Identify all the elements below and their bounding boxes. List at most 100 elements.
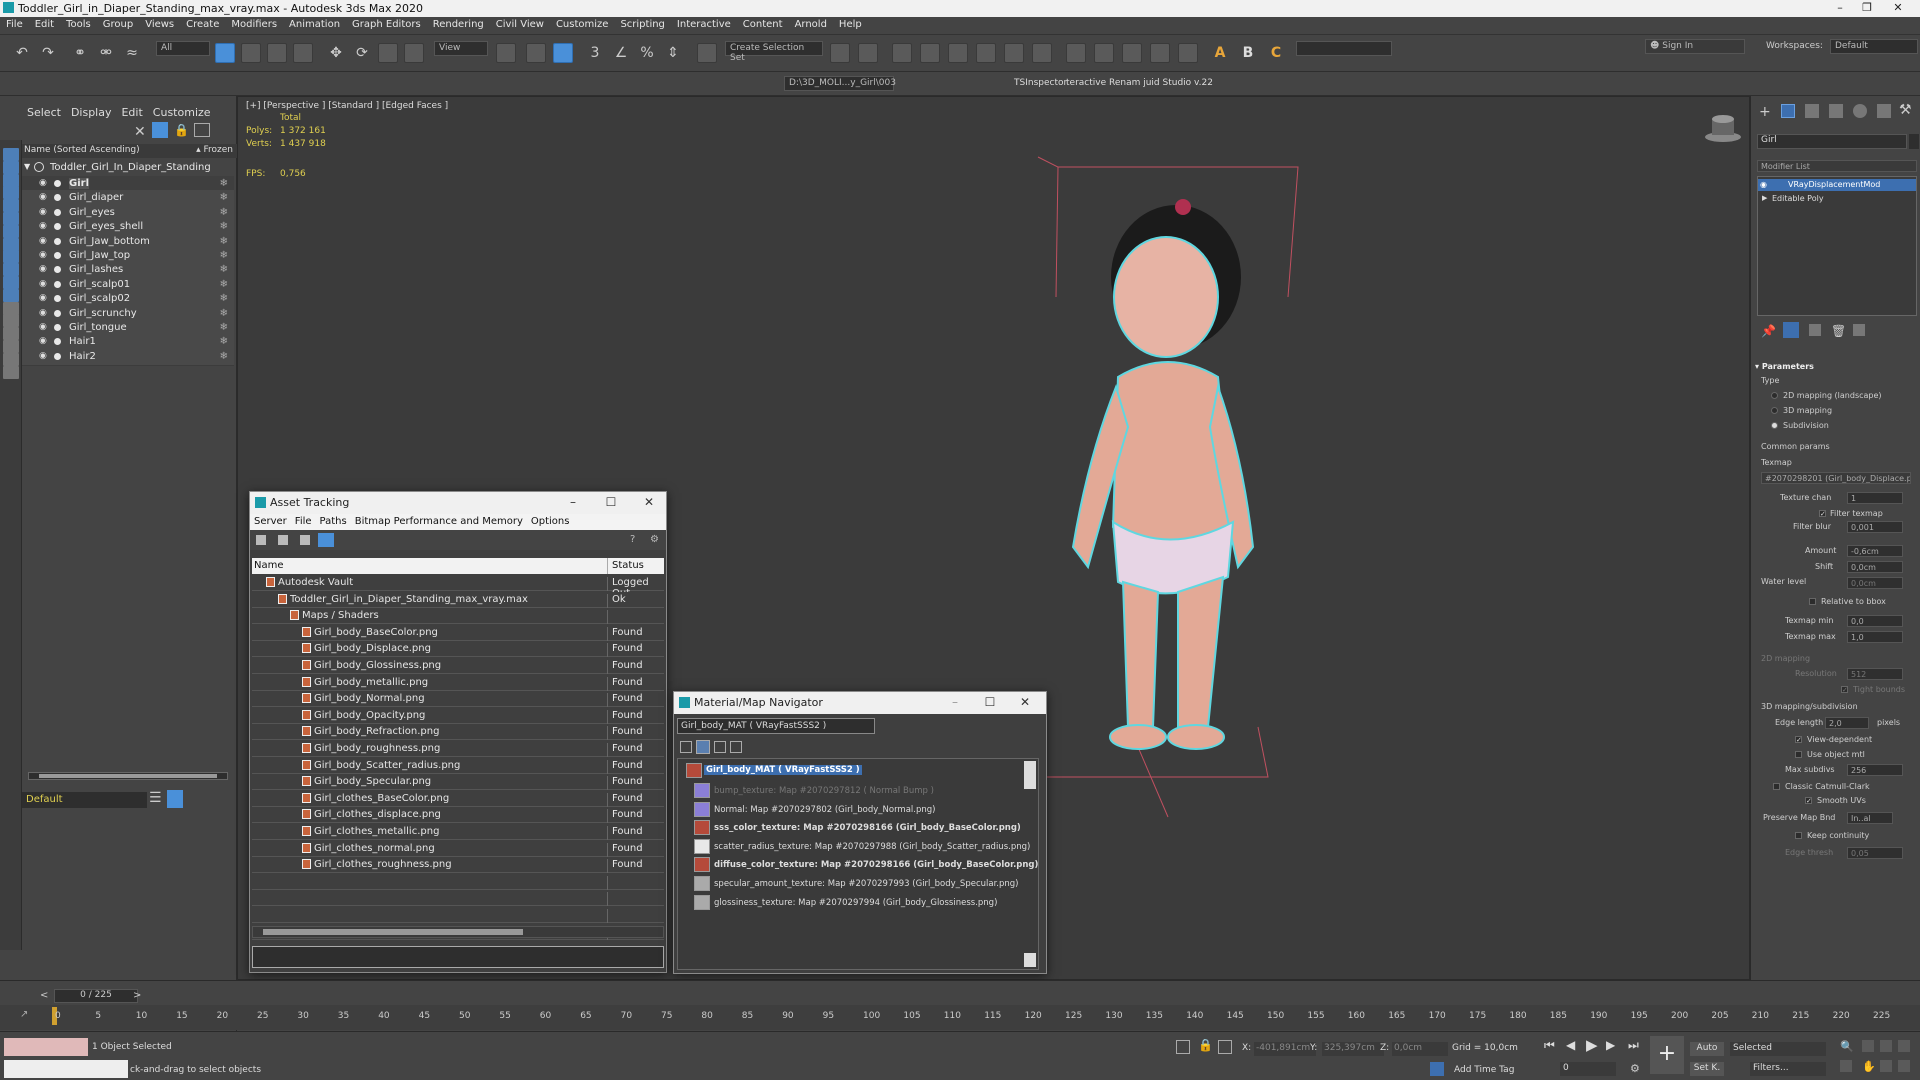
workspace-dropdown[interactable]: Default: [1830, 39, 1918, 54]
tab-select[interactable]: Select: [22, 102, 66, 123]
window-crossing-icon[interactable]: [293, 43, 313, 63]
next-frame-icon[interactable]: >: [133, 990, 141, 1001]
light-bulb-icon[interactable]: [54, 208, 61, 216]
explorer-filter-icon[interactable]: [3, 148, 19, 161]
eye-icon[interactable]: ◉: [39, 193, 49, 202]
object-name-field[interactable]: Girl: [1757, 134, 1907, 149]
tight-bounds-checkbox[interactable]: ✓: [1841, 686, 1848, 694]
asset-menu-options[interactable]: Options: [527, 514, 574, 529]
key-filter-dropdown[interactable]: Selected: [1730, 1042, 1826, 1056]
expand-icon[interactable]: ▶: [1762, 194, 1767, 202]
display-tab-icon[interactable]: [1853, 104, 1867, 118]
light-bulb-icon[interactable]: [54, 252, 61, 259]
modifier-editable-poly[interactable]: ▶ Editable Poly: [1758, 193, 1916, 205]
light-bulb-icon[interactable]: [54, 280, 61, 288]
view-list-icon[interactable]: [680, 741, 692, 753]
minimize-icon[interactable]: –: [1826, 1, 1854, 14]
texmap-button[interactable]: #2070298201 (Girl_body_Displace.p: [1761, 472, 1911, 484]
filter-texmap-checkbox[interactable]: ✓: [1819, 510, 1826, 518]
expand-icon[interactable]: ▼: [24, 162, 30, 171]
asset-row[interactable]: Girl_body_roughness.png Found: [252, 741, 664, 757]
rotate-icon[interactable]: ⟳: [352, 43, 372, 63]
menu-item-modifiers[interactable]: Modifiers: [225, 17, 283, 32]
arnold-a-icon[interactable]: A: [1210, 43, 1230, 63]
eye-icon[interactable]: ◉: [39, 351, 49, 361]
tab-edit[interactable]: Edit: [116, 102, 147, 123]
time-config-icon[interactable]: ⚙: [1630, 1062, 1640, 1075]
material-editor-icon[interactable]: [1032, 43, 1052, 63]
asset-row[interactable]: Girl_body_Refraction.png Found: [252, 724, 664, 741]
asset-row[interactable]: Girl_clothes_displace.png Found: [252, 807, 664, 824]
explorer-filter-icon[interactable]: [3, 237, 19, 251]
angle-snap-icon[interactable]: ∠: [611, 43, 631, 63]
scene-explorer-icon[interactable]: [892, 43, 912, 63]
maximize-viewport-icon[interactable]: [1898, 1060, 1910, 1072]
move-icon[interactable]: ✥: [326, 43, 346, 63]
navigator-titlebar[interactable]: Material/Map Navigator – ☐ ✕: [674, 692, 1046, 714]
light-bulb-icon[interactable]: [54, 309, 61, 317]
smooth-uvs-checkbox[interactable]: ✓: [1805, 797, 1812, 805]
align-icon[interactable]: [858, 43, 878, 63]
menu-item-tools[interactable]: Tools: [60, 17, 97, 32]
asset-row[interactable]: Girl_body_Displace.png Found: [252, 641, 664, 658]
set-key-icon[interactable]: +: [1650, 1036, 1684, 1074]
select-by-name-icon[interactable]: [241, 43, 261, 63]
eye-icon[interactable]: ◉: [39, 222, 49, 231]
view-large-icons-icon[interactable]: [730, 741, 742, 753]
curve-editor-toggle-icon[interactable]: ↗: [20, 1009, 28, 1020]
toddler-model[interactable]: [1018, 127, 1498, 927]
light-bulb-icon[interactable]: [54, 295, 61, 303]
scene-item-hair2[interactable]: ◉ Hair2 ❄: [22, 348, 234, 366]
eye-icon[interactable]: ◉: [39, 251, 49, 260]
asset-row[interactable]: Girl_body_Scatter_radius.png Found: [252, 757, 664, 774]
eye-icon[interactable]: ◉: [39, 308, 49, 318]
explorer-filter-icon[interactable]: [3, 186, 19, 200]
freeze-icon[interactable]: ❄: [220, 207, 228, 218]
delete-modifier-icon[interactable]: 🗑: [1831, 324, 1846, 338]
radio-3d-mapping[interactable]: [1771, 407, 1778, 414]
use-object-mtl-checkbox[interactable]: [1795, 751, 1802, 758]
asset-tracking-titlebar[interactable]: Asset Tracking – ☐ ✕: [250, 492, 666, 514]
freeze-icon[interactable]: ❄: [220, 192, 228, 203]
asset-row[interactable]: Girl_clothes_BaseColor.png Found: [252, 790, 664, 807]
render-iterative-icon[interactable]: [1150, 43, 1170, 63]
layer-toggle-icon[interactable]: [167, 790, 183, 808]
add-time-tag-button[interactable]: Add Time Tag: [1454, 1065, 1514, 1075]
asset-row[interactable]: Girl_body_metallic.png Found: [252, 674, 664, 691]
navigator-scrollbar[interactable]: [1024, 761, 1036, 789]
asset-menu-paths[interactable]: Paths: [316, 514, 351, 529]
select-object-icon[interactable]: [215, 43, 235, 63]
amount-field[interactable]: -0,6cm: [1847, 545, 1903, 557]
freeze-icon[interactable]: ❄: [220, 336, 228, 347]
zoom-all-icon[interactable]: [1862, 1040, 1874, 1052]
explorer-filter-icon[interactable]: [3, 212, 19, 225]
settings-icon[interactable]: ⚙: [650, 534, 659, 545]
keep-continuity-checkbox[interactable]: [1795, 832, 1802, 839]
scene-explorer-header[interactable]: Name (Sorted Ascending) ▴ Frozen: [22, 144, 237, 158]
tsinspector-button[interactable]: TSInspector: [1014, 78, 1067, 88]
edit-named-sets-icon[interactable]: [697, 43, 717, 63]
light-bulb-icon[interactable]: [54, 352, 61, 360]
explorer-filter-icon[interactable]: [3, 199, 19, 213]
radio-subdivision[interactable]: [1771, 422, 1778, 429]
project-path-dropdown[interactable]: D:\3D_MOLI...y_Girl\003: [784, 76, 896, 91]
maximize-icon[interactable]: ❐: [1853, 1, 1881, 14]
make-unique-icon[interactable]: [1809, 324, 1821, 336]
percent-snap-icon[interactable]: %: [637, 43, 657, 63]
asset-row[interactable]: Autodesk Vault Logged Out: [252, 575, 664, 599]
explorer-filter-icon[interactable]: [3, 224, 19, 238]
menu-item-customize[interactable]: Customize: [550, 17, 615, 32]
menu-item-interactive[interactable]: Interactive: [671, 17, 737, 32]
menu-item-graph-editors[interactable]: Graph Editors: [346, 17, 427, 32]
menu-item-rendering[interactable]: Rendering: [427, 17, 490, 32]
light-bulb-icon[interactable]: [54, 237, 61, 245]
shift-field[interactable]: 0,0cm: [1847, 561, 1903, 573]
x-coord-field[interactable]: -401,891cm: [1254, 1042, 1316, 1056]
maxscript-mini-listener[interactable]: [4, 1060, 128, 1078]
view-small-icons-icon[interactable]: [714, 741, 726, 753]
bind-spacewarp-icon[interactable]: ≈: [122, 43, 142, 63]
key-filters-button[interactable]: Filters...: [1750, 1062, 1826, 1076]
select-manipulate-icon[interactable]: [526, 43, 546, 63]
pivot-center-icon[interactable]: [496, 43, 516, 63]
asset-hscrollbar[interactable]: [252, 926, 664, 938]
